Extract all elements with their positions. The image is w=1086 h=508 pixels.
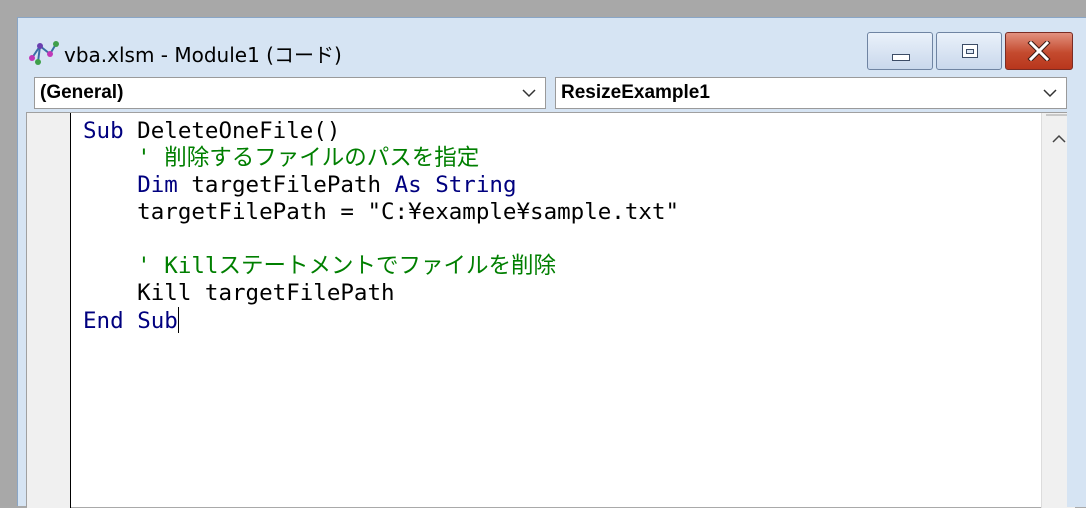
- code-editor[interactable]: Sub DeleteOneFile() ' 削除するファイルのパスを指定 Dim…: [26, 112, 1086, 508]
- code-line[interactable]: ' 削除するファイルのパスを指定: [83, 145, 679, 172]
- margin-indicator-bar[interactable]: [27, 113, 71, 508]
- code-line[interactable]: Dim targetFilePath As String: [83, 172, 679, 199]
- code-comment: ' 削除するファイルのパスを指定: [83, 145, 480, 171]
- object-dropdown[interactable]: (General): [34, 77, 546, 109]
- code-text: Kill targetFilePath: [83, 280, 395, 306]
- vba-code-window: vba.xlsm - Module1 (コード) (General) Resiz…: [17, 17, 1086, 508]
- minimize-icon: [892, 54, 910, 61]
- close-icon: [1027, 41, 1051, 61]
- window-title: vba.xlsm - Module1 (コード): [64, 43, 342, 67]
- code-line[interactable]: targetFilePath = "C:¥example¥sample.txt": [83, 199, 679, 226]
- code-line[interactable]: ' Killステートメントでファイルを削除: [83, 253, 679, 280]
- chevron-down-icon[interactable]: [521, 86, 537, 100]
- vba-module-icon: [29, 41, 59, 65]
- object-dropdown-value: (General): [40, 82, 124, 103]
- code-keyword: Sub: [83, 118, 124, 144]
- maximize-button[interactable]: [936, 32, 1002, 70]
- code-line[interactable]: Kill targetFilePath: [83, 280, 679, 307]
- chevron-up-icon: [1052, 134, 1066, 143]
- close-button[interactable]: [1005, 32, 1073, 70]
- code-keyword: Dim: [137, 172, 178, 198]
- code-text-area[interactable]: Sub DeleteOneFile() ' 削除するファイルのパスを指定 Dim…: [83, 118, 679, 334]
- maximize-icon: [962, 44, 978, 58]
- text-caret: [177, 307, 180, 333]
- minimize-button[interactable]: [867, 32, 933, 70]
- code-text: DeleteOneFile(): [123, 118, 341, 144]
- code-line[interactable]: Sub DeleteOneFile(): [83, 118, 679, 145]
- code-keyword: As: [394, 172, 422, 198]
- code-keyword: Sub: [137, 308, 178, 334]
- desktop-background: vba.xlsm - Module1 (コード) (General) Resiz…: [0, 0, 1086, 508]
- code-line[interactable]: End Sub: [83, 307, 679, 334]
- code-keyword: End: [83, 308, 124, 334]
- procedure-dropdown[interactable]: ResizeExample1: [555, 77, 1067, 109]
- window-frame-right: [1067, 112, 1086, 507]
- code-comment: ' Killステートメントでファイルを削除: [83, 253, 556, 279]
- code-line[interactable]: [83, 226, 679, 253]
- chevron-down-icon[interactable]: [1042, 86, 1058, 100]
- code-keyword: String: [435, 172, 517, 198]
- code-text: targetFilePath = "C:¥example¥sample.txt": [83, 199, 680, 225]
- title-bar[interactable]: vba.xlsm - Module1 (コード): [18, 18, 1086, 74]
- code-text: targetFilePath: [177, 172, 395, 198]
- procedure-dropdown-value: ResizeExample1: [561, 82, 710, 103]
